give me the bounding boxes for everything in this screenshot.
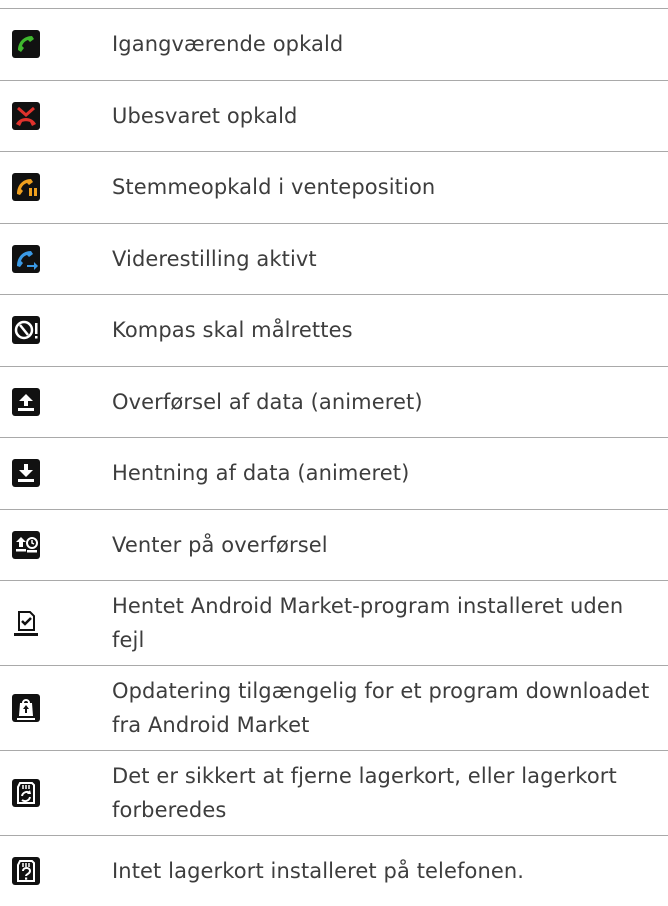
call-forwarding-icon xyxy=(12,244,40,273)
list-item: Hentet Android Market-program installere… xyxy=(0,581,668,666)
list-item-label: Viderestilling aktivt xyxy=(112,246,317,271)
list-item-label: Igangværende opkald xyxy=(112,32,344,57)
app-installed-icon xyxy=(14,611,38,636)
list-item: Viderestilling aktivt xyxy=(0,224,668,295)
list-item-label: Kompas skal målrettes xyxy=(112,318,353,343)
list-item-label: Overførsel af data (animeret) xyxy=(112,389,423,414)
list-item: Igangværende opkald xyxy=(0,9,668,81)
list-item-label: Opdatering tilgængelig for et program do… xyxy=(112,679,650,737)
call-on-hold-icon xyxy=(12,173,40,202)
list-item: Overførsel af data (animeret) xyxy=(0,367,668,438)
list-item-label: Ubesvaret opkald xyxy=(112,103,298,128)
list-item-label: Hentet Android Market-program installere… xyxy=(112,594,624,652)
compass-calibrate-icon xyxy=(12,316,40,345)
call-in-progress-icon xyxy=(12,30,40,59)
status-icon-list: Igangværende opkald Ubesvaret opkald Ste… xyxy=(0,8,668,906)
list-item: Venter på overførsel xyxy=(0,510,668,581)
list-item: Stemmeopkald i venteposition xyxy=(0,152,668,224)
sd-card-safe-remove-icon xyxy=(12,779,40,807)
list-item-label: Intet lagerkort installeret på telefonen… xyxy=(112,859,525,883)
list-item-label: Venter på overførsel xyxy=(112,532,328,557)
missed-call-icon xyxy=(12,101,40,130)
list-item-label: Det er sikkert at fjerne lagerkort, elle… xyxy=(112,764,617,822)
upload-waiting-icon xyxy=(12,530,40,559)
app-update-icon xyxy=(12,694,40,722)
list-item: Ubesvaret opkald xyxy=(0,81,668,152)
list-item: Det er sikkert at fjerne lagerkort, elle… xyxy=(0,751,668,836)
no-sd-card-icon xyxy=(12,857,40,885)
list-item-label: Stemmeopkald i venteposition xyxy=(112,175,436,200)
list-item: Intet lagerkort installeret på telefonen… xyxy=(0,836,668,906)
list-item: Opdatering tilgængelig for et program do… xyxy=(0,666,668,751)
list-item: Hentning af data (animeret) xyxy=(0,438,668,510)
download-icon xyxy=(12,459,40,488)
list-item: Kompas skal målrettes xyxy=(0,295,668,367)
list-item-label: Hentning af data (animeret) xyxy=(112,461,410,486)
upload-icon xyxy=(12,387,40,416)
